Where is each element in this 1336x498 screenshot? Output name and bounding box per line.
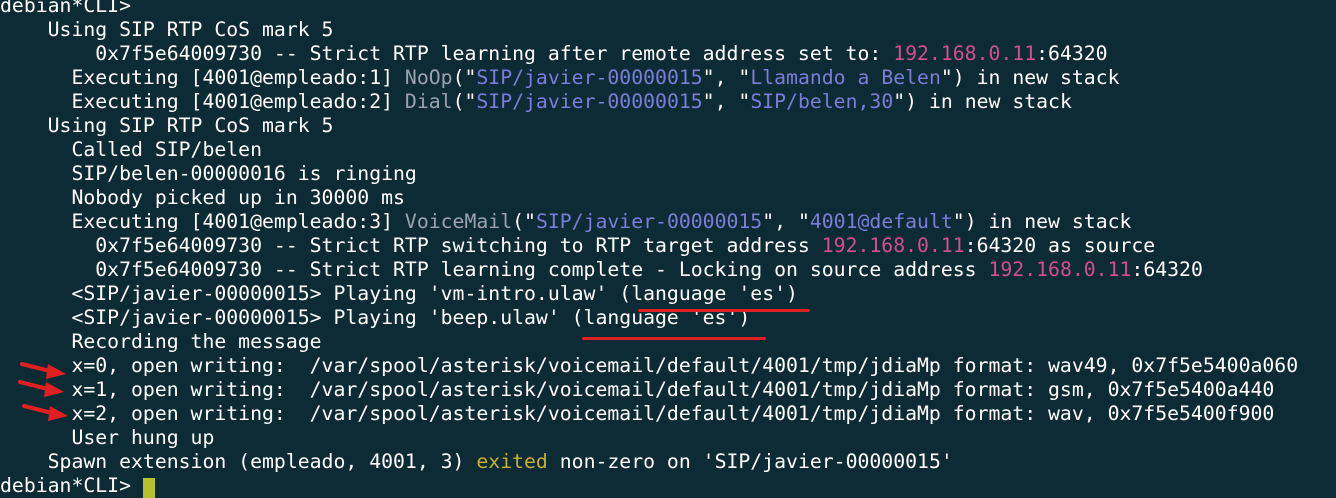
log-segment: Executing [4001@empleado:3] [0, 210, 405, 233]
log-segment: 4001@default [809, 210, 953, 233]
log-segment: :64320 as source [964, 234, 1156, 257]
log-line-user-hung-up: User hung up [0, 426, 214, 450]
log-segment: 0x7f5e64009730 -- Strict RTP learning co… [0, 258, 989, 281]
log-line-recording-message: Recording the message [0, 330, 322, 354]
log-line-exec-voicemail: Executing [4001@empleado:3] VoiceMail("S… [0, 210, 1131, 234]
log-segment: Using SIP RTP CoS mark 5 [0, 114, 334, 137]
log-segment: (" [452, 90, 477, 113]
log-segment: NoOp [404, 66, 453, 89]
log-segment: User hung up [0, 426, 215, 449]
log-line-open-writing-2: x=2, open writing: /var/spool/asterisk/v… [0, 402, 1274, 426]
log-segment: :64320 [1131, 258, 1203, 281]
log-segment: exited [476, 450, 548, 473]
log-segment: SIP/belen,30 [750, 90, 894, 113]
log-segment: 192.168.0.11 [988, 258, 1132, 281]
log-line-open-writing-0: x=0, open writing: /var/spool/asterisk/v… [0, 354, 1298, 378]
log-line-cos-mark-2: Using SIP RTP CoS mark 5 [0, 114, 334, 138]
language-es-underline-2 [582, 337, 766, 340]
log-segment: ", " [702, 90, 751, 113]
log-segment: ", " [762, 210, 810, 233]
log-line-called-belen: Called SIP/belen [0, 138, 262, 162]
log-segment: Using SIP RTP CoS mark 5 [0, 18, 334, 41]
log-line-cos-mark-1: Using SIP RTP CoS mark 5 [0, 18, 334, 42]
log-segment: 0x7f5e64009730 -- Strict RTP learning af… [0, 42, 894, 65]
log-segment: ", " [702, 66, 751, 89]
log-segment: Dial [404, 90, 453, 113]
log-segment: Recording the message [0, 330, 322, 353]
log-segment: 192.168.0.11 [821, 234, 965, 257]
log-segment: ") in new stack [940, 66, 1120, 89]
text-cursor[interactable] [143, 478, 155, 498]
log-segment: SIP/javier-00000015 [476, 90, 703, 113]
log-line-exec-dial: Executing [4001@empleado:2] Dial("SIP/ja… [0, 90, 1072, 114]
log-line-spawn-extension: Spawn extension (empleado, 4001, 3) exit… [0, 450, 953, 474]
log-segment: 192.168.0.11 [893, 42, 1037, 65]
language-es-underline-1 [638, 309, 810, 312]
log-line-playing-vm-intro: <SIP/javier-00000015> Playing 'vm-intro.… [0, 282, 798, 306]
log-segment: x=2, open writing: /var/spool/asterisk/v… [0, 402, 1275, 425]
log-segment: Llamando a Belen [750, 66, 941, 89]
log-segment: 0x7f5e64009730 -- Strict RTP switching t… [0, 234, 822, 257]
log-line-belen-ringing: SIP/belen-00000016 is ringing [0, 162, 417, 186]
prompt-bottom: debian*CLI> [0, 474, 132, 497]
log-line-rtp-learning-remote: 0x7f5e64009730 -- Strict RTP learning af… [0, 42, 1108, 66]
log-segment: SIP/javier-00000015 [535, 210, 763, 233]
log-line-open-writing-1: x=1, open writing: /var/spool/asterisk/v… [0, 378, 1274, 402]
red-arrow-icon [22, 404, 68, 421]
log-segment: Executing [4001@empleado:1] [0, 66, 405, 89]
red-arrow-icon [18, 380, 64, 397]
log-line-exec-noop: Executing [4001@empleado:1] NoOp("SIP/ja… [0, 66, 1120, 90]
log-segment: SIP/javier-00000015 [476, 66, 703, 89]
log-segment: x=1, open writing: /var/spool/asterisk/v… [0, 378, 1275, 401]
log-segment: non-zero on 'SIP/javier-00000015' [547, 450, 953, 473]
log-segment: Called SIP/belen [0, 138, 263, 161]
log-segment: (" [452, 66, 477, 89]
log-segment: Nobody picked up in 30000 ms [0, 186, 405, 209]
prompt-top: debian*CLI> [0, 0, 132, 17]
log-segment: SIP/belen-00000016 is ringing [0, 162, 417, 185]
log-segment: VoiceMail [404, 210, 513, 233]
log-segment: Executing [4001@empleado:2] [0, 90, 405, 113]
log-segment: ") in new stack [893, 90, 1072, 113]
log-segment: Spawn extension (empleado, 4001, 3) [0, 450, 477, 473]
log-segment: <SIP/javier-00000015> Playing 'vm-intro.… [0, 282, 798, 305]
log-segment: (" [512, 210, 536, 233]
log-line-rtp-switching: 0x7f5e64009730 -- Strict RTP switching t… [0, 234, 1155, 258]
log-segment: :64320 [1036, 42, 1108, 65]
log-segment: x=0, open writing: /var/spool/asterisk/v… [0, 354, 1299, 377]
terminal-window[interactable]: debian*CLI> Using SIP RTP CoS mark 5 0x7… [0, 0, 1336, 498]
log-segment: ") in new stack [952, 210, 1132, 233]
log-line-rtp-learning-complete: 0x7f5e64009730 -- Strict RTP learning co… [0, 258, 1203, 282]
log-line-nobody-picked-up: Nobody picked up in 30000 ms [0, 186, 405, 210]
